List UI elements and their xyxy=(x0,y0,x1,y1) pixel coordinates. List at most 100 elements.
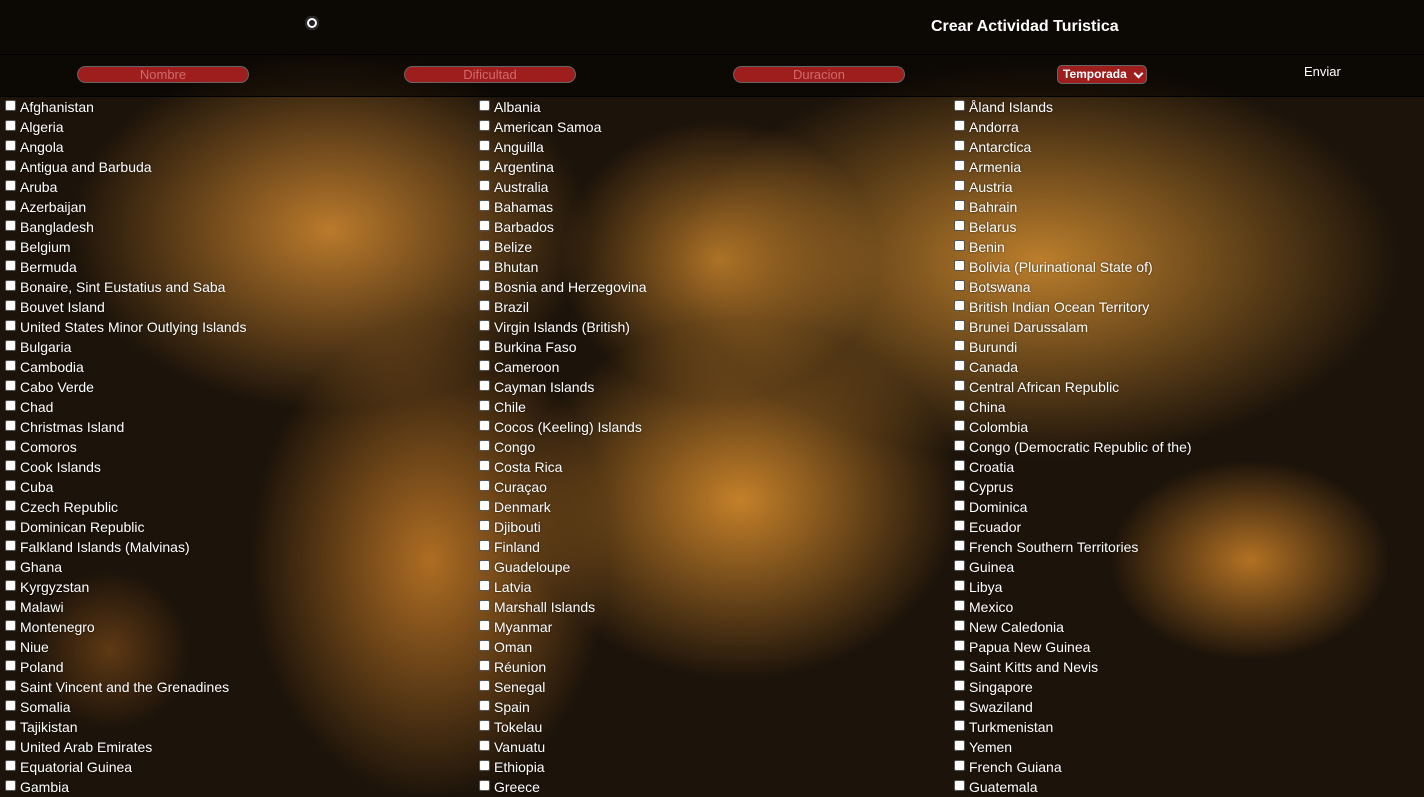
country-option[interactable]: Belarus xyxy=(954,217,1192,237)
country-checkbox[interactable] xyxy=(5,559,16,571)
country-checkbox[interactable] xyxy=(954,519,965,531)
country-checkbox[interactable] xyxy=(5,639,16,651)
country-option[interactable]: Kyrgyzstan xyxy=(5,577,246,597)
country-checkbox[interactable] xyxy=(954,379,965,391)
country-option[interactable]: Bangladesh xyxy=(5,217,246,237)
globe-icon[interactable] xyxy=(305,16,319,30)
country-checkbox[interactable] xyxy=(954,319,965,331)
country-checkbox[interactable] xyxy=(479,459,490,471)
country-checkbox[interactable] xyxy=(479,339,490,351)
country-option[interactable]: Oman xyxy=(479,637,647,657)
country-option[interactable]: Cook Islands xyxy=(5,457,246,477)
country-checkbox[interactable] xyxy=(479,219,490,231)
country-checkbox[interactable] xyxy=(479,419,490,431)
country-option[interactable]: Bahrain xyxy=(954,197,1192,217)
country-checkbox[interactable] xyxy=(954,719,965,731)
country-checkbox[interactable] xyxy=(479,479,490,491)
country-checkbox[interactable] xyxy=(954,339,965,351)
country-option[interactable]: French Guiana xyxy=(954,757,1192,777)
country-option[interactable]: American Samoa xyxy=(479,117,647,137)
country-checkbox[interactable] xyxy=(479,519,490,531)
country-checkbox[interactable] xyxy=(5,579,16,591)
country-option[interactable]: Dominican Republic xyxy=(5,517,246,537)
country-checkbox[interactable] xyxy=(479,179,490,191)
country-checkbox[interactable] xyxy=(5,259,16,271)
country-option[interactable]: Czech Republic xyxy=(5,497,246,517)
country-option[interactable]: Bolivia (Plurinational State of) xyxy=(954,257,1192,277)
country-option[interactable]: Bulgaria xyxy=(5,337,246,357)
country-option[interactable]: Djibouti xyxy=(479,517,647,537)
country-option[interactable]: Antigua and Barbuda xyxy=(5,157,246,177)
country-checkbox[interactable] xyxy=(5,779,16,791)
country-checkbox[interactable] xyxy=(479,259,490,271)
country-checkbox[interactable] xyxy=(5,699,16,711)
country-option[interactable]: Turkmenistan xyxy=(954,717,1192,737)
country-option[interactable]: Cabo Verde xyxy=(5,377,246,397)
country-option[interactable]: Montenegro xyxy=(5,617,246,637)
country-option[interactable]: Swaziland xyxy=(954,697,1192,717)
country-option[interactable]: Cambodia xyxy=(5,357,246,377)
country-checkbox[interactable] xyxy=(479,279,490,291)
country-option[interactable]: Marshall Islands xyxy=(479,597,647,617)
country-checkbox[interactable] xyxy=(5,99,16,111)
country-checkbox[interactable] xyxy=(479,439,490,451)
country-option[interactable]: French Southern Territories xyxy=(954,537,1192,557)
country-checkbox[interactable] xyxy=(954,599,965,611)
country-option[interactable]: China xyxy=(954,397,1192,417)
country-checkbox[interactable] xyxy=(954,739,965,751)
country-checkbox[interactable] xyxy=(5,479,16,491)
country-checkbox[interactable] xyxy=(954,659,965,671)
country-option[interactable]: Gambia xyxy=(5,777,246,797)
country-option[interactable]: Spain xyxy=(479,697,647,717)
country-option[interactable]: Niue xyxy=(5,637,246,657)
country-option[interactable]: Bermuda xyxy=(5,257,246,277)
country-option[interactable]: Tokelau xyxy=(479,717,647,737)
country-checkbox[interactable] xyxy=(5,379,16,391)
country-checkbox[interactable] xyxy=(954,439,965,451)
country-option[interactable]: Latvia xyxy=(479,577,647,597)
country-checkbox[interactable] xyxy=(479,699,490,711)
country-option[interactable]: British Indian Ocean Territory xyxy=(954,297,1192,317)
country-option[interactable]: Cuba xyxy=(5,477,246,497)
country-option[interactable]: Burkina Faso xyxy=(479,337,647,357)
country-option[interactable]: Barbados xyxy=(479,217,647,237)
country-option[interactable]: Belgium xyxy=(5,237,246,257)
country-option[interactable]: Somalia xyxy=(5,697,246,717)
country-option[interactable]: Dominica xyxy=(954,497,1192,517)
country-option[interactable]: Antarctica xyxy=(954,137,1192,157)
country-option[interactable]: Algeria xyxy=(5,117,246,137)
country-checkbox[interactable] xyxy=(5,439,16,451)
country-option[interactable]: Tajikistan xyxy=(5,717,246,737)
country-checkbox[interactable] xyxy=(954,139,965,151)
country-checkbox[interactable] xyxy=(5,499,16,511)
country-option[interactable]: Senegal xyxy=(479,677,647,697)
country-checkbox[interactable] xyxy=(5,359,16,371)
country-checkbox[interactable] xyxy=(5,179,16,191)
country-option[interactable]: Bahamas xyxy=(479,197,647,217)
country-checkbox[interactable] xyxy=(954,579,965,591)
country-option[interactable]: Singapore xyxy=(954,677,1192,697)
country-option[interactable]: Guatemala xyxy=(954,777,1192,797)
country-option[interactable]: Equatorial Guinea xyxy=(5,757,246,777)
country-checkbox[interactable] xyxy=(5,139,16,151)
country-checkbox[interactable] xyxy=(479,359,490,371)
name-input[interactable] xyxy=(77,66,249,83)
country-checkbox[interactable] xyxy=(954,199,965,211)
country-option[interactable]: Saint Kitts and Nevis xyxy=(954,657,1192,677)
country-option[interactable]: Anguilla xyxy=(479,137,647,157)
country-checkbox[interactable] xyxy=(954,159,965,171)
difficulty-input[interactable] xyxy=(404,66,576,83)
country-option[interactable]: Finland xyxy=(479,537,647,557)
country-checkbox[interactable] xyxy=(5,519,16,531)
country-checkbox[interactable] xyxy=(954,699,965,711)
country-checkbox[interactable] xyxy=(954,299,965,311)
country-checkbox[interactable] xyxy=(5,719,16,731)
country-option[interactable]: Mexico xyxy=(954,597,1192,617)
country-checkbox[interactable] xyxy=(954,239,965,251)
country-checkbox[interactable] xyxy=(5,619,16,631)
country-checkbox[interactable] xyxy=(5,239,16,251)
country-option[interactable]: Réunion xyxy=(479,657,647,677)
country-checkbox[interactable] xyxy=(954,779,965,791)
country-checkbox[interactable] xyxy=(954,459,965,471)
country-checkbox[interactable] xyxy=(5,219,16,231)
